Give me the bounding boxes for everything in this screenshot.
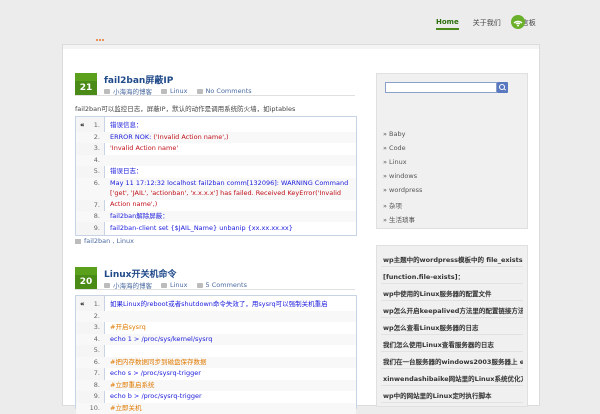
code-line: 8. fail2ban解除屏蔽： [76,211,356,222]
comment-icon [196,88,203,94]
code-line: 7. echo s > /proc/sysrq-trigger [76,368,356,379]
line-number: 6. [93,178,100,187]
post-date: 21 [75,73,97,95]
line-number: 2. [93,132,100,141]
recent-post-link[interactable]: xinwendashibaike网站里的Linux系统优化方法 [383,373,523,383]
line-number: 6. [93,357,100,366]
code-text: 如果Linux的reboot或者shutdown命令失效了，用sysrq可以强制… [110,300,328,308]
code-text: 错误信息： [110,121,143,129]
rss-icon[interactable] [510,15,526,29]
code-line: 3. 'Invalid Action name' [76,143,356,154]
folder-icon [161,282,167,288]
code-text: echo s > /proc/sysrq-trigger [110,369,201,377]
search-input[interactable] [385,82,497,93]
code-line: 6. May 11 17:12:32 localhost fail2ban com… [76,177,356,208]
top-bar: Home 关于我们 留言板 [0,0,600,44]
recent-post-link[interactable]: 我们在一台服务器的windows2003服务器上 eventlog 6008 [383,356,523,366]
user-icon [104,88,110,94]
line-number: 4. [93,155,100,164]
line-number: 5. [93,346,100,354]
line-number: 7. [93,200,100,209]
code-line: 1. 错误信息： [76,120,356,131]
code-line: 7. [76,200,356,211]
nav-home[interactable]: Home [436,18,459,30]
category-link[interactable]: » Linux [383,158,407,166]
code-text: #立即重启系统 [110,380,155,389]
line-number: 1. [93,121,100,129]
code-line: 6. #把内存数据同步到磁盘保存数据 [76,356,356,368]
line-number: 3. [93,323,100,331]
code-block: « 1. 如果Linux的reboot或者shutdown命令失效了，用sysrq… [75,295,357,414]
code-text: ERROR NOK: ('Invalid Action name',) [110,132,229,141]
recent-post-link[interactable]: wp怎么开启keepalived方法里的配置链接方法 [383,305,523,315]
search-button[interactable] [497,82,508,93]
category-link[interactable]: » 杂项 [383,200,402,210]
post-tags[interactable]: fail2ban , Linux [75,237,134,245]
line-number: 8. [93,212,100,220]
line-number: 9. [93,392,100,400]
sidebar-categories: » Baby » Code » Linux » windows » wordpress »… [376,73,528,229]
recent-post-link[interactable]: wp中的网站里的Linux定时执行脚本 [383,390,523,400]
category-link[interactable]: » wordpress [383,186,422,194]
main-nav: Home 关于我们 留言板 [436,18,550,30]
code-text: 错误日志： [110,167,143,175]
code-text: #立即关机 [110,403,142,412]
recent-post-link[interactable]: wp中使用的Linux服务器的配置文件 [383,288,523,298]
code-line: 5. 错误日志： [76,166,356,177]
category-link[interactable]: » 生活琐事 [383,214,415,224]
tag-icon [75,238,81,244]
code-text: echo 1 > /proc/sys/kernel/sysrq [110,334,213,343]
folder-icon [161,88,167,94]
line-number: 7. [93,369,100,377]
sidebar-recent: wp主题中的wordpress模板中的 file_exists() [functi… [376,245,528,407]
code-line: 8. #立即重启系统 [76,379,356,391]
code-text: fail2ban解除屏蔽： [110,212,169,220]
code-line: 9. echo b > /proc/sysrq-trigger [76,391,356,402]
code-text: echo b > /proc/sysrq-trigger [110,392,202,400]
line-number: 10. [89,403,100,412]
post-title[interactable]: Linux开关机命令 [104,267,176,280]
line-number: 9. [93,223,100,232]
code-line: 4. [76,154,356,166]
logo-dots [96,36,105,43]
code-line: 3. #开启sysrq [76,322,356,333]
code-text: fail2ban-client set {$JAIL_Name} unbanip… [110,223,293,232]
line-number: 1. [93,300,100,308]
code-line: 2. ERROR NOK: ('Invalid Action name',) [76,131,356,143]
recent-post-link[interactable]: wp主题中的wordpress模板中的 file_exists() [383,254,523,264]
code-line: 4. echo 1 > /proc/sys/kernel/sysrq [76,333,356,345]
code-text: 'Invalid Action name' [110,144,179,152]
code-line: 1. 如果Linux的reboot或者shutdown命令失效了，用sysrq可以… [76,299,356,310]
code-text: #把内存数据同步到磁盘保存数据 [110,357,207,366]
code-line: 9. fail2ban-client set {$JAIL_Name} unban… [76,223,356,234]
line-number: 3. [93,144,100,152]
content-panel: 21 fail2ban屏蔽IP 小海海的博客 Linux No Comments… [62,44,540,414]
line-number: 2. [93,311,100,320]
recent-post-link[interactable]: 我们怎么使用Linux查看服务器的日志 [383,339,523,349]
code-text: #开启sysrq [110,323,146,331]
code-block: « 1. 错误信息： 2. ERROR NOK: ('Invalid Action n… [75,116,357,236]
recent-post-link[interactable]: [function.file-exists]： [383,271,523,281]
code-line: 5. [76,345,356,356]
code-line: 2. [76,310,356,322]
line-number: 5. [93,167,100,175]
nav-about[interactable]: 关于我们 [473,18,501,30]
post-title[interactable]: fail2ban屏蔽IP [104,73,173,86]
recent-post-link[interactable]: wp怎么查看Linux服务器的日志 [383,322,523,332]
line-number: 8. [93,380,100,389]
category-link[interactable]: » Code [383,144,406,152]
post-date: 20 [75,267,97,289]
line-number: 4. [93,334,100,343]
category-link[interactable]: » Baby [383,130,405,138]
comment-icon [196,282,203,288]
user-icon [104,282,110,288]
category-link[interactable]: » windows [383,172,417,180]
post-excerpt: fail2ban可以监控日志，屏蔽IP，默认的动作是调用系统防火墙，如iptab… [75,105,296,113]
code-line: 10. #立即关机 [76,402,356,414]
